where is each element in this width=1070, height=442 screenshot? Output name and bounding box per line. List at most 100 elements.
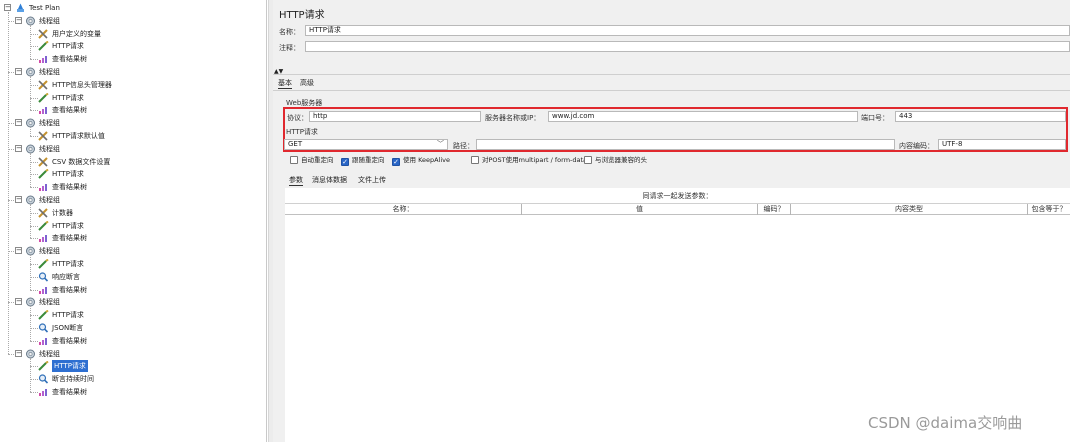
- checkbox-empty-icon: [290, 156, 298, 164]
- tree-node-label: 响应断言: [52, 273, 80, 281]
- tree-node-label: 用户定义的变量: [52, 30, 101, 38]
- tree-connector: [30, 315, 38, 316]
- method-value: GET: [288, 140, 303, 148]
- protocol-field[interactable]: http: [309, 111, 481, 122]
- name-field[interactable]: HTTP请求: [305, 25, 1070, 36]
- wrench-icon: [38, 80, 49, 90]
- comment-field[interactable]: [305, 41, 1070, 52]
- collapse-toggle-root[interactable]: −: [4, 4, 11, 11]
- tab-divider: [273, 90, 1070, 91]
- tree-connector: [30, 98, 38, 99]
- tree-node-label: 线程组: [39, 17, 60, 25]
- tree-connector: [30, 34, 38, 35]
- option-checkbox[interactable]: 对POST使用multipart / form-data: [471, 156, 587, 165]
- http-request-panel: HTTP请求 名称： HTTP请求 注释： ▲▼ 基本 高级 Web服务器 协议…: [273, 0, 1070, 442]
- parameters-table[interactable]: 同请求一起发送参数： 名称： 值 编码？ 内容类型 包含等于？: [285, 188, 1070, 442]
- collapse-toggle-group-2[interactable]: −: [15, 68, 22, 75]
- option-checkbox[interactable]: 自动重定向: [290, 156, 334, 165]
- tree-connector: [30, 379, 38, 380]
- header-encode[interactable]: 编码？: [758, 204, 791, 215]
- collapse-toggle-group-4[interactable]: −: [15, 145, 22, 152]
- tree-connector: [30, 328, 38, 329]
- wrench-icon: [38, 157, 49, 167]
- port-field[interactable]: 443: [895, 111, 1066, 122]
- port-label: 端口号：: [861, 114, 889, 122]
- chart-listener-icon: [38, 233, 49, 243]
- tree-connector: [30, 204, 31, 238]
- tab-file-upload[interactable]: 文件上传: [358, 175, 386, 185]
- tree-node-label: CSV 数据文件设置: [52, 158, 111, 166]
- chart-listener-icon: [38, 387, 49, 397]
- tree-node-label: 查看结果树: [52, 55, 87, 63]
- checkbox-checked-icon: ✓: [392, 158, 400, 166]
- tree-connector: [30, 162, 38, 163]
- header-content-type[interactable]: 内容类型: [791, 204, 1028, 215]
- watermark: CSDN @daima交响曲: [868, 414, 1023, 432]
- method-select[interactable]: GET ﹀: [284, 139, 448, 150]
- tree-node-label: HTTP请求: [52, 260, 84, 268]
- http-request-group-label: HTTP请求: [286, 128, 318, 136]
- tree-connector: [30, 174, 38, 175]
- tab-advanced[interactable]: 高级: [300, 78, 314, 88]
- option-checkbox[interactable]: ✓ 使用 KeepAlive: [392, 156, 450, 166]
- tree-node-label: 查看结果树: [52, 286, 87, 294]
- tree-node-label: 查看结果树: [52, 337, 87, 345]
- option-checkbox[interactable]: ✓ 跟随重定向: [341, 156, 385, 166]
- wrench-icon: [38, 29, 49, 39]
- sampler-pen-icon: [38, 40, 49, 51]
- tree-connector: [30, 25, 31, 59]
- tree-connector: [30, 392, 38, 393]
- checkbox-label: 对POST使用multipart / form-data: [482, 156, 588, 164]
- tree-connector: [30, 187, 38, 188]
- chart-listener-icon: [38, 105, 49, 115]
- collapse-toggle-group-3[interactable]: −: [15, 119, 22, 126]
- tree-connector: [30, 213, 38, 214]
- checkbox-checked-icon: ✓: [341, 158, 349, 166]
- tree-connector: [30, 76, 31, 110]
- divider: [273, 74, 1070, 75]
- server-field[interactable]: www.jd.com: [548, 111, 858, 122]
- tree-connector: [30, 153, 31, 187]
- tree-node-label: 线程组: [39, 247, 60, 255]
- option-checkbox[interactable]: 与浏览器兼容的头: [584, 156, 647, 165]
- chart-listener-icon: [38, 54, 49, 64]
- tree-node-label: JSON断言: [52, 324, 84, 332]
- panel-title: HTTP请求: [279, 10, 325, 21]
- tree-connector: [30, 238, 38, 239]
- sampler-pen-icon: [38, 360, 49, 371]
- collapse-toggle-group-1[interactable]: −: [15, 17, 22, 24]
- tree-connector: [30, 127, 31, 136]
- tab-basic[interactable]: 基本: [278, 78, 292, 89]
- collapse-toggle-group-5[interactable]: −: [15, 196, 22, 203]
- checkbox-label: 跟随重定向: [352, 156, 385, 164]
- test-plan-tree[interactable]: − Test Plan − 线程组 用户定义的变量 HTTP请求 查看结果树 − 线程组 HTTP…: [0, 0, 267, 442]
- tree-connector: [8, 12, 9, 354]
- header-name[interactable]: 名称：: [285, 204, 522, 215]
- tree-node-label: 线程组: [39, 196, 60, 204]
- chart-listener-icon: [38, 285, 49, 295]
- tree-connector: [30, 341, 38, 342]
- tree-node-label: 断言持续时间: [52, 375, 94, 383]
- tree-node-label: 线程组: [39, 145, 60, 153]
- header-value[interactable]: 值: [522, 204, 758, 215]
- chart-listener-icon: [38, 336, 49, 346]
- tree-connector: [30, 366, 38, 367]
- tab-parameters[interactable]: 参数: [289, 175, 303, 186]
- path-field[interactable]: [476, 139, 895, 150]
- collapse-toggle-group-6[interactable]: −: [15, 247, 22, 254]
- encoding-field[interactable]: UTF-8: [938, 139, 1066, 150]
- tree-node-label: 查看结果树: [52, 183, 87, 191]
- tab-body-data[interactable]: 消息体数据: [312, 175, 347, 185]
- tree-node-label: HTTP请求: [52, 360, 88, 372]
- collapse-toggle-group-8[interactable]: −: [15, 350, 22, 357]
- magnifier-icon: [38, 374, 49, 384]
- tree-connector: [30, 264, 38, 265]
- sampler-pen-icon: [38, 168, 49, 179]
- tree-connector: [30, 110, 38, 111]
- sampler-pen-icon: [38, 309, 49, 320]
- magnifier-icon: [38, 272, 49, 282]
- collapse-toggle-group-7[interactable]: −: [15, 298, 22, 305]
- table-header: 名称： 值 编码？ 内容类型 包含等于？: [285, 203, 1070, 215]
- tree-connector: [30, 306, 31, 341]
- header-include-equals[interactable]: 包含等于？: [1028, 204, 1070, 215]
